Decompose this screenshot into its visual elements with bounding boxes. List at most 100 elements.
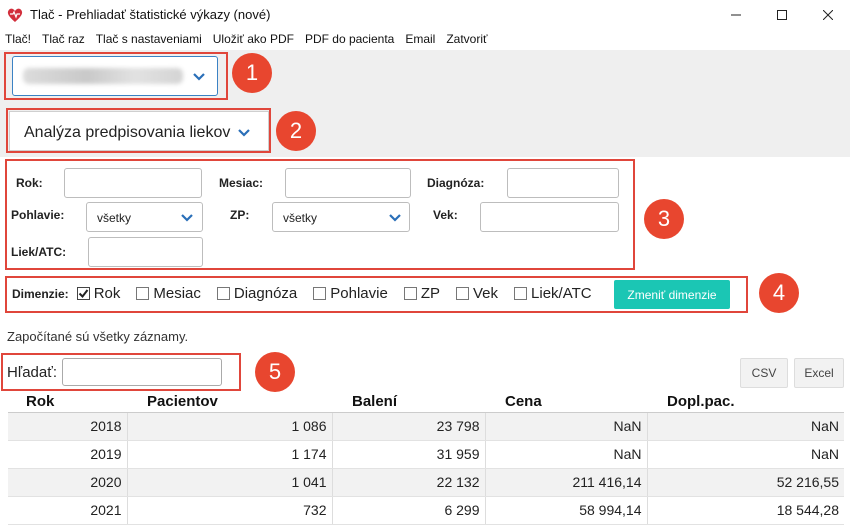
minimize-button[interactable] bbox=[713, 0, 759, 30]
redacted-value bbox=[23, 68, 183, 84]
cell: 2018 bbox=[8, 412, 128, 441]
cell: 211 416,14 bbox=[485, 468, 648, 497]
dimension-label: Liek/ATC bbox=[531, 285, 592, 302]
window-title: Tlač - Prehliadať štatistické výkazy (no… bbox=[30, 7, 271, 22]
dimension-label: Diagnóza bbox=[233, 285, 298, 302]
table-row: 2020 1 041 22 132 211 416,14 52 216,55 bbox=[8, 468, 844, 497]
cell: NaN bbox=[647, 440, 844, 469]
app-heart-icon bbox=[7, 8, 23, 22]
cell: 1 174 bbox=[127, 440, 333, 469]
chevron-down-icon bbox=[181, 214, 193, 222]
dimension-label: Rok bbox=[93, 285, 121, 302]
table-row: 2018 1 086 23 798 NaN NaN bbox=[8, 412, 844, 441]
liek-input[interactable] bbox=[88, 237, 203, 267]
diagnoza-label: Diagnóza: bbox=[427, 176, 485, 190]
facility-select[interactable] bbox=[12, 56, 218, 96]
cell: NaN bbox=[647, 412, 844, 441]
excel-button[interactable]: Excel bbox=[794, 358, 844, 388]
cell: NaN bbox=[485, 412, 648, 441]
table-header-row: Rok Pacientov Balení Cena Dopl.pac. bbox=[8, 392, 844, 413]
checkbox-icon[interactable] bbox=[216, 286, 230, 300]
checkbox-checked-icon[interactable] bbox=[76, 286, 90, 300]
header-rok[interactable]: Rok bbox=[8, 392, 127, 413]
change-dimensions-button[interactable]: Zmeniť dimenzie bbox=[614, 280, 730, 309]
annotation-badge-1: 1 bbox=[232, 53, 272, 93]
rok-label: Rok: bbox=[16, 176, 43, 190]
annotation-badge-3: 3 bbox=[644, 199, 684, 239]
dimension-label: Pohlavie bbox=[330, 285, 388, 302]
report-select[interactable]: Analýza predpisovania liekov bbox=[9, 111, 269, 151]
menu-print-settings[interactable]: Tlač s nastaveniami bbox=[91, 30, 208, 50]
annotation-badge-5: 5 bbox=[255, 352, 295, 392]
cell: 2020 bbox=[8, 468, 128, 497]
cell: 732 bbox=[127, 496, 333, 525]
annotation-badge-4: 4 bbox=[759, 273, 799, 313]
zp-label: ZP: bbox=[230, 208, 250, 222]
dimension-label: ZP bbox=[420, 285, 440, 302]
cell: NaN bbox=[485, 440, 648, 469]
menu-pdf-patient[interactable]: PDF do pacienta bbox=[300, 30, 400, 50]
results-table: Rok Pacientov Balení Cena Dopl.pac. 2018… bbox=[8, 392, 844, 525]
cell: 31 959 bbox=[332, 440, 486, 469]
csv-button[interactable]: CSV bbox=[740, 358, 788, 388]
chevron-down-icon bbox=[238, 129, 250, 137]
dimensions-label: Dimenzie: bbox=[12, 286, 69, 301]
header-baleni[interactable]: Balení bbox=[332, 392, 485, 413]
zp-value: všetky bbox=[283, 211, 318, 225]
menu-email[interactable]: Email bbox=[400, 30, 441, 50]
diagnoza-input[interactable] bbox=[507, 168, 619, 198]
cell: 1 086 bbox=[127, 412, 333, 441]
menu-print-once[interactable]: Tlač raz bbox=[37, 30, 91, 50]
dimensions-row: Dimenzie: Rok Mesiac Diagnóza Pohlavie Z… bbox=[12, 285, 604, 302]
maximize-icon bbox=[777, 10, 787, 20]
dimension-pohlavie[interactable]: Pohlavie bbox=[309, 285, 388, 302]
chevron-down-icon bbox=[193, 73, 205, 81]
cell: 2021 bbox=[8, 496, 128, 525]
cell: 22 132 bbox=[332, 468, 486, 497]
dimension-mesiac[interactable]: Mesiac bbox=[132, 285, 201, 302]
pohlavie-select[interactable]: všetky bbox=[86, 202, 203, 232]
dimension-rok[interactable]: Rok bbox=[73, 285, 121, 302]
cell: 2019 bbox=[8, 440, 128, 469]
checkbox-icon[interactable] bbox=[313, 286, 327, 300]
cell: 23 798 bbox=[332, 412, 486, 441]
checkbox-icon[interactable] bbox=[403, 286, 417, 300]
header-pacientov[interactable]: Pacientov bbox=[127, 392, 332, 413]
menu-print[interactable]: Tlač! bbox=[0, 30, 37, 50]
checkbox-icon[interactable] bbox=[514, 286, 528, 300]
annotation-badge-2: 2 bbox=[276, 111, 316, 151]
dimension-diagnoza[interactable]: Diagnóza bbox=[213, 285, 297, 302]
vek-label: Vek: bbox=[433, 208, 458, 222]
dimension-label: Mesiac bbox=[153, 285, 201, 302]
report-select-value: Analýza predpisovania liekov bbox=[24, 124, 231, 141]
info-text: Započítané sú všetky záznamy. bbox=[7, 329, 189, 344]
pohlavie-value: všetky bbox=[97, 211, 132, 225]
dimension-liek[interactable]: Liek/ATC bbox=[510, 285, 592, 302]
zp-select[interactable]: všetky bbox=[272, 202, 410, 232]
table-row: 2019 1 174 31 959 NaN NaN bbox=[8, 440, 844, 469]
dimension-vek[interactable]: Vek bbox=[452, 285, 498, 302]
header-cena[interactable]: Cena bbox=[485, 392, 647, 413]
checkbox-icon[interactable] bbox=[456, 286, 469, 300]
vek-input[interactable] bbox=[480, 202, 619, 232]
liek-label: Liek/ATC: bbox=[11, 245, 67, 259]
title-bar: Tlač - Prehliadať štatistické výkazy (no… bbox=[0, 0, 850, 30]
dimension-label: Vek bbox=[473, 285, 499, 302]
chevron-down-icon bbox=[389, 214, 401, 222]
close-button[interactable] bbox=[805, 0, 850, 30]
dimension-zp[interactable]: ZP bbox=[400, 285, 440, 302]
mesiac-input[interactable] bbox=[285, 168, 411, 198]
checkbox-icon[interactable] bbox=[136, 286, 150, 300]
rok-input[interactable] bbox=[64, 168, 202, 198]
cell: 18 544,28 bbox=[647, 496, 844, 525]
maximize-button[interactable] bbox=[759, 0, 805, 30]
search-label: Hľadať: bbox=[7, 364, 58, 381]
close-icon bbox=[823, 10, 833, 20]
cell: 58 994,14 bbox=[485, 496, 648, 525]
search-input[interactable] bbox=[62, 358, 222, 386]
header-dopl-pac[interactable]: Dopl.pac. bbox=[647, 392, 844, 413]
menu-close[interactable]: Zatvoriť bbox=[441, 30, 493, 50]
cell: 1 041 bbox=[127, 468, 333, 497]
table-row: 2021 732 6 299 58 994,14 18 544,28 bbox=[8, 496, 844, 525]
menu-save-pdf[interactable]: Uložiť ako PDF bbox=[208, 30, 300, 50]
